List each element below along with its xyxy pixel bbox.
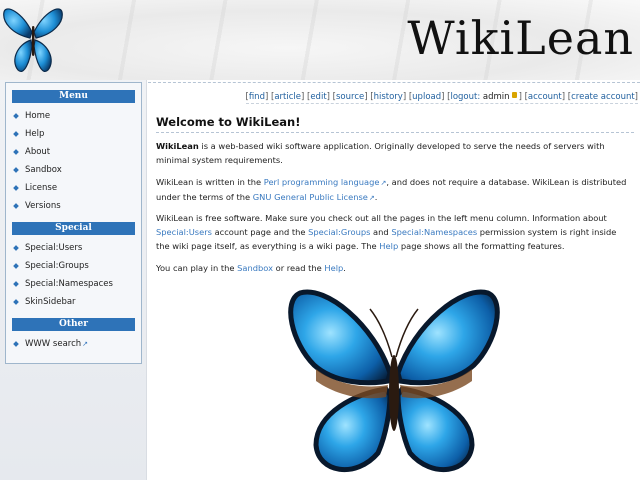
text: account page and the: [211, 227, 309, 237]
sidebar-item-label: Home: [25, 111, 51, 121]
sidebar-item-help[interactable]: Help: [12, 125, 141, 143]
sidebar-item-label: About: [25, 147, 51, 157]
text: .: [374, 192, 378, 202]
butterfly-icon[interactable]: [2, 2, 64, 76]
sidebar-item-special-users[interactable]: Special:Users: [12, 239, 141, 257]
bullet-icon: [13, 263, 19, 269]
butterfly-image: [288, 289, 500, 473]
help-link[interactable]: Help: [379, 241, 398, 251]
username: admin: [482, 92, 510, 102]
history-link[interactable]: history: [374, 92, 403, 102]
bullet-icon: [13, 149, 19, 155]
bullet-icon: [13, 167, 19, 173]
upload-link[interactable]: upload: [412, 92, 441, 102]
bullet-icon: [13, 281, 19, 287]
edit-link[interactable]: edit: [310, 92, 326, 102]
paragraph-intro: WikiLean is a web-based wiki software ap…: [156, 139, 632, 167]
page-title: Welcome to WikiLean!: [156, 115, 634, 133]
special-users-link[interactable]: Special:Users: [156, 227, 212, 237]
paragraph-free-software: WikiLean is free software. Make sure you…: [156, 211, 632, 253]
find-link[interactable]: find: [249, 92, 265, 102]
bullet-icon: [13, 341, 19, 347]
sidebar-item-special-namespaces[interactable]: Special:Namespaces: [12, 275, 141, 293]
help-link-2[interactable]: Help: [324, 263, 343, 273]
text: WikiLean is free software. Make sure you…: [156, 213, 607, 223]
gpl-link[interactable]: GNU General Public License: [253, 192, 368, 202]
text: is a web-based wiki software application…: [156, 141, 605, 165]
sidebar-item-label: SkinSidebar: [25, 297, 76, 307]
sidebar-item-sandbox[interactable]: Sandbox: [12, 161, 141, 179]
sidebar-item-label: Help: [25, 129, 45, 139]
create-account-link[interactable]: create account: [571, 92, 635, 102]
page-toolbar: [find] [article] [edit] [source] [histor…: [245, 92, 638, 104]
text: and: [370, 227, 392, 237]
bold-wikilean: WikiLean: [156, 141, 199, 151]
text: .: [343, 263, 346, 273]
special-groups-link[interactable]: Special:Groups: [308, 227, 370, 237]
sidebar-item-license[interactable]: License: [12, 179, 141, 197]
main-content: [find] [article] [edit] [source] [histor…: [148, 82, 640, 481]
bullet-icon: [13, 245, 19, 251]
sidebar-item-label: License: [25, 183, 58, 193]
sidebar: Menu Home Help About Sandbox License Ver…: [5, 82, 142, 364]
sidebar-item-label: Special:Groups: [25, 261, 89, 271]
sidebar-item-label: Special:Users: [25, 243, 83, 253]
site-title[interactable]: WikiLean: [407, 10, 634, 66]
text: You can play in the: [156, 263, 238, 273]
paragraph-language: WikiLean is written in the Perl programm…: [156, 175, 632, 205]
article-link[interactable]: article: [274, 92, 301, 102]
sidebar-item-label: Versions: [25, 201, 61, 211]
text: page shows all the formatting features.: [398, 241, 565, 251]
sidebar-item-home[interactable]: Home: [12, 107, 141, 125]
sidebar-item-www-search[interactable]: WWW search↗: [12, 335, 141, 353]
bullet-icon: [13, 185, 19, 191]
source-link[interactable]: source: [336, 92, 364, 102]
sidebar-item-skin-sidebar[interactable]: SkinSidebar: [12, 293, 141, 311]
sidebar-item-special-groups[interactable]: Special:Groups: [12, 257, 141, 275]
sidebar-item-label: WWW search: [25, 339, 82, 349]
bullet-icon: [13, 113, 19, 119]
text: or read the: [273, 263, 325, 273]
perl-link[interactable]: Perl programming language: [264, 177, 380, 187]
sidebar-menu-list: Home Help About Sandbox License Versions: [6, 107, 141, 215]
special-namespaces-link[interactable]: Special:Namespaces: [391, 227, 477, 237]
text: WikiLean is written in the: [156, 177, 264, 187]
external-link-icon: ↗: [82, 340, 89, 348]
bullet-icon: [13, 203, 19, 209]
site-header: WikiLean: [0, 0, 640, 80]
sidebar-item-about[interactable]: About: [12, 143, 141, 161]
sidebar-special-list: Special:Users Special:Groups Special:Nam…: [6, 239, 141, 311]
lock-icon: [511, 92, 517, 98]
sidebar-item-versions[interactable]: Versions: [12, 197, 141, 215]
sidebar-item-label: Special:Namespaces: [25, 279, 113, 289]
bullet-icon: [13, 131, 19, 137]
sidebar-heading-special: Special: [12, 222, 135, 235]
sidebar-heading-menu: Menu: [12, 90, 135, 103]
sandbox-link[interactable]: Sandbox: [237, 263, 273, 273]
sidebar-heading-other: Other: [12, 318, 135, 331]
sidebar-other-list: WWW search↗: [6, 335, 141, 353]
paragraph-sandbox: You can play in the Sandbox or read the …: [156, 261, 632, 275]
bullet-icon: [13, 299, 19, 305]
account-link[interactable]: account: [528, 92, 562, 102]
logout-link[interactable]: logout:: [450, 92, 480, 102]
sidebar-item-label: Sandbox: [25, 165, 62, 175]
